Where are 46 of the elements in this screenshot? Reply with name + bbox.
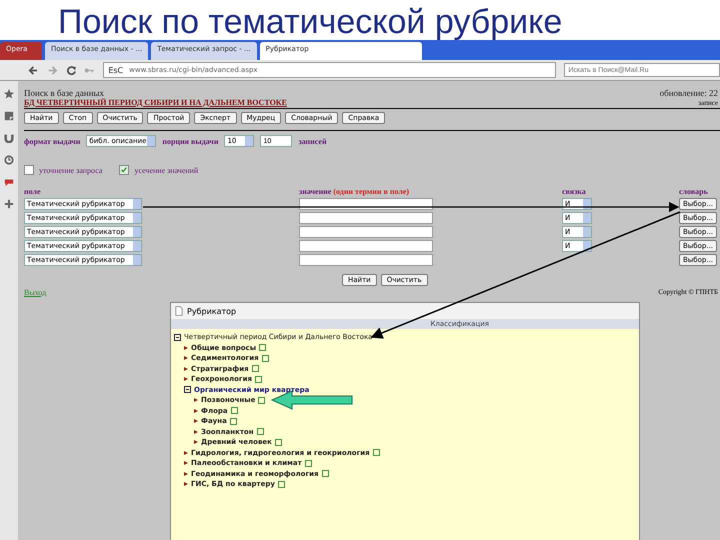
database-title: БД ЧЕТВЕРТИЧНЫЙ ПЕРИОД СИБИРИ И НА ДАЛЬНЕМ ВОСТОКЕ (24, 98, 287, 107)
bullet-icon[interactable] (194, 398, 198, 402)
value-field[interactable] (299, 212, 433, 224)
format-label: формат выдачи (24, 136, 80, 146)
bullet-icon[interactable] (184, 461, 188, 466)
bullet-icon[interactable] (194, 440, 198, 444)
bullet-icon[interactable] (184, 377, 188, 382)
column-header: поле (24, 187, 41, 196)
bullet-icon[interactable] (194, 419, 198, 424)
portion-label: порция выдачи (162, 136, 218, 146)
option-label: уточнение запроса (39, 166, 102, 174)
note-icon[interactable] (4, 111, 14, 121)
column-header: связка (562, 187, 586, 196)
column-header: словарь (679, 187, 708, 196)
star-icon[interactable] (4, 89, 14, 99)
site-label: EsC (108, 66, 124, 74)
document-icon (175, 306, 183, 316)
bullet-icon[interactable] (184, 366, 188, 371)
clock-icon[interactable] (4, 155, 14, 165)
bullet-icon[interactable] (184, 356, 188, 360)
bullet-icon[interactable] (194, 408, 198, 413)
option-label: усечение значений (134, 166, 198, 174)
checkbox[interactable] (119, 165, 130, 175)
bullet-icon[interactable] (184, 450, 188, 455)
popup-title: Рубрикатор (187, 306, 236, 316)
back-icon[interactable] (28, 64, 39, 76)
value-field[interactable] (299, 226, 433, 238)
records-unit: записей (298, 136, 327, 146)
value-field[interactable] (299, 254, 433, 266)
bullet-icon[interactable] (184, 482, 188, 486)
slide-title: Поиск по тематической рубрике (57, 2, 564, 40)
value-field[interactable] (299, 240, 433, 252)
collapse-icon[interactable] (174, 334, 181, 341)
collapse-icon[interactable] (184, 386, 191, 394)
chat-icon[interactable] (4, 177, 14, 187)
plus-icon[interactable] (4, 199, 14, 209)
column-header: значение (один термин в поле) (299, 187, 410, 196)
checkbox[interactable] (24, 165, 34, 175)
page-heading: Поиск в базе данных (24, 88, 104, 98)
update-date: обновление: 22 (660, 88, 718, 98)
value-field[interactable] (299, 198, 433, 210)
block-arrow-icon (270, 390, 352, 410)
bullet-icon[interactable] (194, 430, 198, 434)
reload-icon[interactable] (66, 64, 76, 76)
bullet-icon[interactable] (184, 472, 188, 476)
bullet-icon[interactable] (184, 346, 188, 350)
